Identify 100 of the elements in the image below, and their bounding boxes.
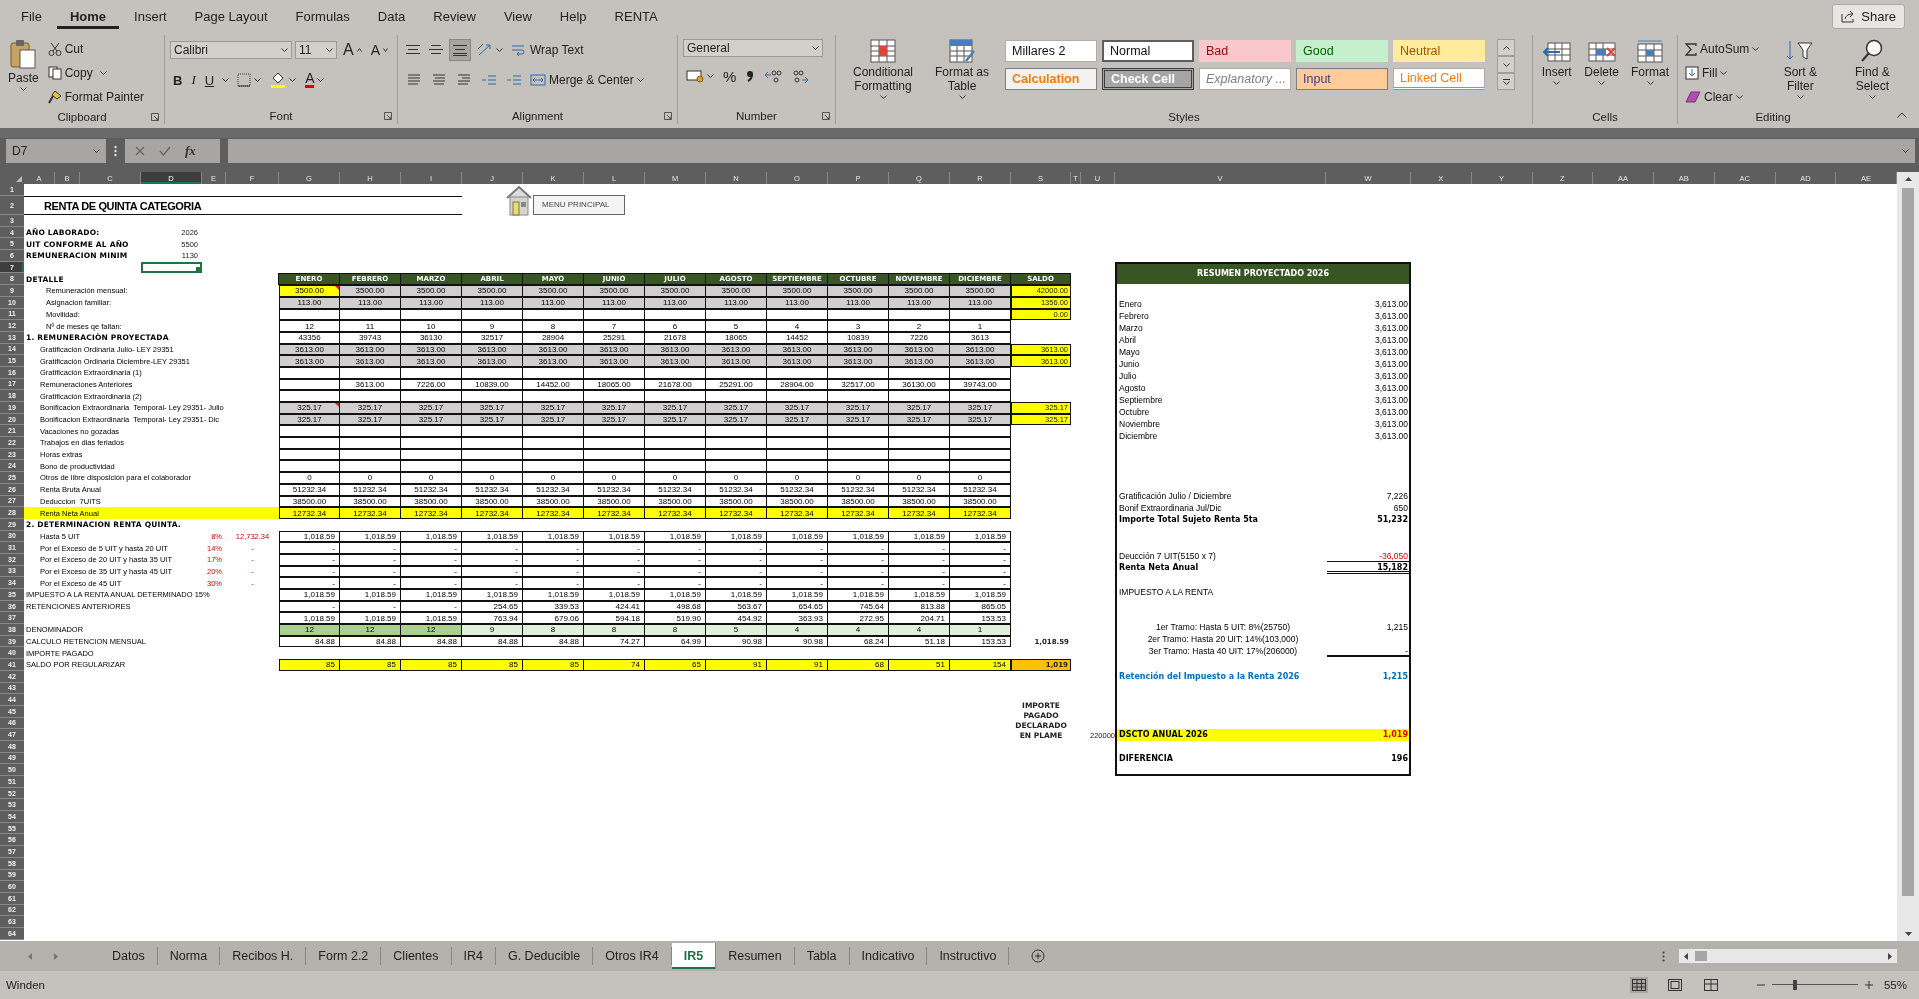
more-vertical-icon[interactable]: [1662, 950, 1665, 962]
page-layout-button[interactable]: [1665, 977, 1684, 993]
table-cell: 1,018.59: [583, 530, 645, 543]
sheet-tab[interactable]: G. Deducible: [495, 947, 594, 965]
cell-style-item[interactable]: Millares 2: [1005, 40, 1097, 62]
slider-thumb[interactable]: [1793, 980, 1798, 990]
dropdown-button[interactable]: [220, 76, 232, 84]
dropdown-button[interactable]: [97, 69, 109, 77]
new-sheet-button[interactable]: [1031, 949, 1046, 963]
zoom-level: 55%: [1883, 979, 1907, 991]
autosum-button[interactable]: AutoSum: [1683, 39, 1762, 59]
menu-tab[interactable]: Formulas: [282, 4, 363, 29]
scrollbar-thumb[interactable]: [1902, 188, 1914, 896]
menu-tab[interactable]: Page Layout: [181, 4, 281, 29]
align-button[interactable]: [449, 39, 471, 61]
font-color-button[interactable]: A: [302, 69, 328, 91]
sheet-tab[interactable]: IR5: [671, 943, 717, 969]
menu-tab[interactable]: Data: [364, 4, 419, 29]
table-cell: 85: [461, 659, 523, 671]
cells-button[interactable]: Delete: [1581, 37, 1622, 109]
dialog-launcher-icon[interactable]: [384, 112, 392, 120]
cell-style-item[interactable]: Explanatory ...: [1199, 68, 1291, 90]
menu-tab[interactable]: Home: [56, 4, 120, 29]
cell-style-item[interactable]: Bad: [1199, 40, 1291, 62]
cell-style-item[interactable]: Normal: [1102, 40, 1194, 62]
paste-button[interactable]: Paste: [5, 37, 42, 109]
more-button[interactable]: [1497, 73, 1515, 90]
cell-style-item[interactable]: Input: [1296, 68, 1388, 90]
bold-button[interactable]: B: [170, 69, 186, 91]
page-break-button[interactable]: [1701, 977, 1720, 993]
merge-center-button[interactable]: Merge & Center: [528, 70, 646, 90]
dialog-launcher-icon[interactable]: [822, 112, 830, 120]
table-cell: [888, 390, 950, 402]
clear-button[interactable]: Clear: [1683, 87, 1762, 107]
table-cell: 3613.00: [827, 355, 889, 367]
sheet-tab[interactable]: Recibos H.: [220, 947, 307, 965]
insert-function-button[interactable]: fx: [185, 143, 196, 159]
enter-button[interactable]: [159, 146, 171, 156]
sort-filter-button[interactable]: Sort & Filter: [1767, 37, 1834, 109]
underline-button[interactable]: U: [201, 69, 218, 91]
shrink-font-button[interactable]: A: [367, 39, 391, 61]
summary-value: 3,613.00: [1373, 345, 1409, 358]
table-cell: 3: [827, 320, 889, 332]
normal-view-button[interactable]: [1629, 977, 1648, 993]
sheet-tab[interactable]: IR4: [451, 947, 496, 965]
sheet-tab[interactable]: Indicativo: [849, 947, 928, 965]
find-select-button[interactable]: Find & Select: [1839, 37, 1906, 109]
cell-style-item[interactable]: Good: [1296, 40, 1388, 62]
cancel-button[interactable]: [135, 146, 145, 156]
sheet-tab[interactable]: Resumen: [716, 947, 795, 965]
zoom-slider[interactable]: [1771, 979, 1858, 991]
formula-field[interactable]: [228, 139, 1915, 163]
copy-button[interactable]: Copy: [45, 63, 95, 83]
menu-tab[interactable]: View: [490, 4, 545, 29]
cells-button[interactable]: Format: [1628, 37, 1672, 109]
cut-button[interactable]: Cut: [45, 39, 147, 59]
menu-tab[interactable]: Help: [546, 4, 600, 29]
select-all-icon[interactable]: [16, 176, 22, 182]
scrollbar-thumb[interactable]: [1695, 951, 1707, 961]
table-cell: [461, 425, 523, 438]
menu-button[interactable]: MENU PRINCIPAL: [505, 183, 625, 216]
more-vertical-icon[interactable]: [114, 145, 117, 157]
menu-tab[interactable]: RENTA: [601, 4, 671, 29]
sheet-tab[interactable]: Datos: [100, 947, 158, 965]
table-cell: 325.17: [827, 402, 889, 414]
conditional-formatting-button[interactable]: Conditional Formatting: [841, 37, 925, 109]
sheet-tab[interactable]: Norma: [157, 947, 221, 965]
grow-font-button[interactable]: A: [340, 39, 365, 61]
sheet-tab[interactable]: Tabla: [794, 947, 850, 965]
table-cell: 325.17: [461, 402, 523, 414]
format-as-table-button[interactable]: Format as Table: [929, 37, 995, 109]
decrease-indent-icon: [481, 73, 497, 87]
sheet-tab[interactable]: Form 2.2: [306, 947, 382, 965]
number-format-field[interactable]: General: [683, 39, 823, 57]
sheet-tab[interactable]: Otros IR4: [593, 947, 672, 965]
active-cell[interactable]: [141, 261, 202, 274]
format-painter-button[interactable]: Format Painter: [45, 87, 147, 107]
summary-value: 3,613.00: [1373, 429, 1409, 442]
cell-style-item[interactable]: Neutral: [1393, 40, 1485, 62]
percent-button[interactable]: %: [720, 65, 740, 87]
add-icon: [1031, 949, 1046, 963]
caret-icon: [812, 46, 819, 50]
menu-tab[interactable]: File: [8, 4, 55, 29]
table-cell: 3500.00: [888, 285, 950, 297]
menu-tab[interactable]: Review: [420, 4, 489, 29]
italic-button[interactable]: I: [188, 69, 199, 91]
sheet-tab[interactable]: Instructivo: [927, 947, 1010, 965]
menu-tab[interactable]: Insert: [121, 4, 180, 29]
wrap-text-button[interactable]: Wrap Text: [509, 40, 586, 60]
dialog-launcher-icon[interactable]: [151, 113, 159, 121]
cells-button[interactable]: Insert: [1538, 37, 1576, 109]
collapse-ribbon-button[interactable]: [1895, 110, 1909, 120]
fill-button[interactable]: Fill: [1683, 63, 1762, 83]
font-size-field[interactable]: 11: [295, 41, 337, 59]
summary-value: 3,613.00: [1373, 357, 1409, 370]
font-name-field[interactable]: Calibri: [170, 41, 292, 59]
sheet-tab[interactable]: Clientes: [381, 947, 452, 965]
name-box[interactable]: D7: [6, 139, 106, 163]
share-button[interactable]: Share: [1832, 4, 1905, 29]
dialog-launcher-icon[interactable]: [664, 112, 672, 120]
